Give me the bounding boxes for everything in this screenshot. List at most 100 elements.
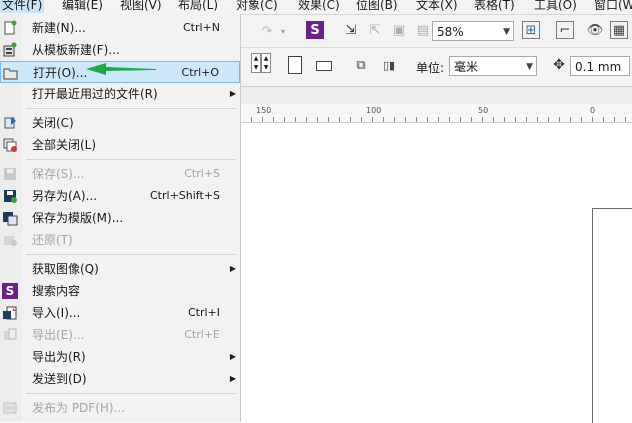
export-icon [2,327,18,343]
landscape-icon[interactable] [316,61,332,71]
menu-item-label: 还原(T) [32,233,73,247]
menu-item-export-as[interactable]: 导出为(R) ▶ [0,346,240,368]
menu-text[interactable]: 文本(X) [416,0,458,13]
menu-item-label: 获取图像(Q) [32,262,99,276]
export-toolbar-icon[interactable]: ⇱ [366,21,384,39]
redo-dropdown-icon[interactable]: ▾ [278,22,288,40]
redo-icon[interactable]: ↷ [258,22,276,40]
menu-separator [26,108,236,109]
menu-item-search-content[interactable]: S 搜索内容 [0,280,240,302]
nudge-distance-input[interactable]: 0.1 mm [570,56,630,76]
units-value: 毫米 [454,60,479,74]
submenu-arrow-icon: ▶ [229,264,236,273]
menu-item-new[interactable]: 新建(N)... Ctrl+N [0,17,240,39]
document-page[interactable] [592,208,632,423]
units-select[interactable]: 毫米 ▼ [449,56,537,76]
zoom-level-value: 58% [437,25,464,39]
menu-item-label: 保存为模版(M)... [32,211,124,225]
unit-label: 单位: [416,61,445,75]
export-mac-icon[interactable]: ▣ [390,21,408,39]
zoom-level-select[interactable]: 58% ▼ [432,21,514,41]
menu-item-acquire-image[interactable]: 获取图像(Q) ▶ [0,258,240,280]
menu-item-save-as[interactable]: 另存为(A)... Ctrl+Shift+S [0,185,240,207]
menu-edit[interactable]: 编辑(E) [62,0,103,13]
new-from-template-icon [2,42,18,58]
menu-item-export[interactable]: 导出(E)... Ctrl+E [0,324,240,346]
portrait-icon[interactable] [288,56,302,74]
save-as-icon [2,188,18,204]
submenu-arrow-icon: ▶ [229,352,236,361]
menu-separator [26,159,236,160]
menu-bitmap[interactable]: 位图(B) [356,0,398,13]
menu-item-open-recent[interactable]: 打开最近用过的文件(R) ▶ [0,83,240,105]
menu-item-label: 另存为(A)... [32,189,98,203]
menu-item-label: 打开最近用过的文件(R) [32,87,158,101]
menu-item-publish-pdf[interactable]: 发布为 PDF(H)... [0,397,240,419]
menu-table[interactable]: 表格(T) [474,0,515,13]
menu-item-send-to[interactable]: 发送到(D) ▶ [0,368,240,390]
save-icon [2,166,18,182]
menu-item-label: 关闭(C) [32,116,74,130]
menu-item-shortcut: Ctrl+O [181,66,219,79]
menu-item-import[interactable]: 导入(I)... Ctrl+I [0,302,240,324]
standard-toolbar: ↷ ▾ S ⇲ ⇱ ▣ ▤ 58% ▼ ⊞ ⌐ 👁 ▦ [240,15,632,48]
new-document-icon [2,20,18,36]
ruler-label: 50 [478,106,489,115]
menu-item-new-from-template[interactable]: 从模板新建(F)... [0,39,240,61]
menu-item-label: 从模板新建(F)... [32,43,120,57]
save-template-icon [2,210,18,226]
publish-pdf-toolbar-icon[interactable]: ▤ [414,21,432,39]
menu-item-label: 发送到(D) [32,372,87,386]
revert-icon [2,232,18,248]
submenu-arrow-icon: ▶ [229,89,236,98]
app-launcher-icon[interactable]: S [306,21,324,39]
view-eye-icon[interactable]: 👁 [586,21,604,39]
page-width-spinner[interactable]: ▲ ▼ [251,53,261,73]
menu-bar: 文件(F) 编辑(E) 视图(V) 布局(L) 对象(C) 效果(C) 位图(B… [0,0,632,15]
menu-effects[interactable]: 效果(C) [298,0,340,13]
ruler-label: 150 [256,106,272,115]
page-height-spinner[interactable]: ▲ ▼ [261,53,271,73]
menu-window[interactable]: 窗口(W) [594,0,632,13]
menu-item-revert[interactable]: 还原(T) [0,229,240,251]
property-bar: ▲ ▼ ▲ ▼ ⧉ ▯▮ 单位: 毫米 ▼ ✥ 0.1 mm [240,48,632,87]
menu-item-save-as-template[interactable]: 保存为模版(M)... [0,207,240,229]
menu-file[interactable]: 文件(F) [0,0,45,13]
open-folder-icon [3,65,19,81]
annotation-arrow-icon [86,63,156,75]
current-page-icon[interactable]: ▯▮ [380,56,398,74]
menu-item-label: 导出为(R) [32,350,86,364]
menu-item-shortcut: Ctrl+S [184,167,220,180]
menu-item-save[interactable]: 保存(S)... Ctrl+S [0,163,240,185]
drawing-canvas[interactable] [240,123,632,422]
menu-item-label: 打开(O)... [33,66,88,80]
menu-item-shortcut: Ctrl+N [182,21,220,34]
nudge-icon: ✥ [553,57,565,73]
all-pages-icon[interactable]: ⧉ [352,56,370,74]
grid-toggle-icon[interactable]: ▦ [610,21,628,39]
chevron-down-icon: ▼ [503,27,510,37]
menu-object[interactable]: 对象(C) [236,0,278,13]
ruler-label: 100 [366,106,382,115]
menu-item-label: 搜索内容 [32,284,81,298]
menu-layout[interactable]: 布局(L) [178,0,218,13]
menu-item-close-all[interactable]: 全部关闭(L) [0,134,240,156]
menu-item-label: 新建(N)... [32,21,86,35]
horizontal-ruler: 150 100 50 0 [240,104,632,123]
rulers-toggle-icon[interactable]: ⌐ [556,21,574,39]
import-toolbar-icon[interactable]: ⇲ [342,21,360,39]
menu-item-close[interactable]: 关闭(C) [0,112,240,134]
menu-item-shortcut: Ctrl+I [187,306,220,319]
ruler-label: 0 [590,106,596,115]
menu-item-label: 全部关闭(L) [32,138,97,152]
menu-view[interactable]: 视图(V) [120,0,162,13]
menu-item-label: 导入(I)... [32,306,81,320]
menu-tools[interactable]: 工具(O) [534,0,577,13]
close-document-icon [2,115,18,131]
zoom-fit-icon[interactable]: ⊞ [522,21,540,39]
import-icon [2,305,18,321]
menu-separator [26,254,236,255]
menu-item-label: 导出(E)... [32,328,85,342]
search-content-icon: S [2,283,18,299]
nudge-value: 0.1 mm [575,60,622,74]
